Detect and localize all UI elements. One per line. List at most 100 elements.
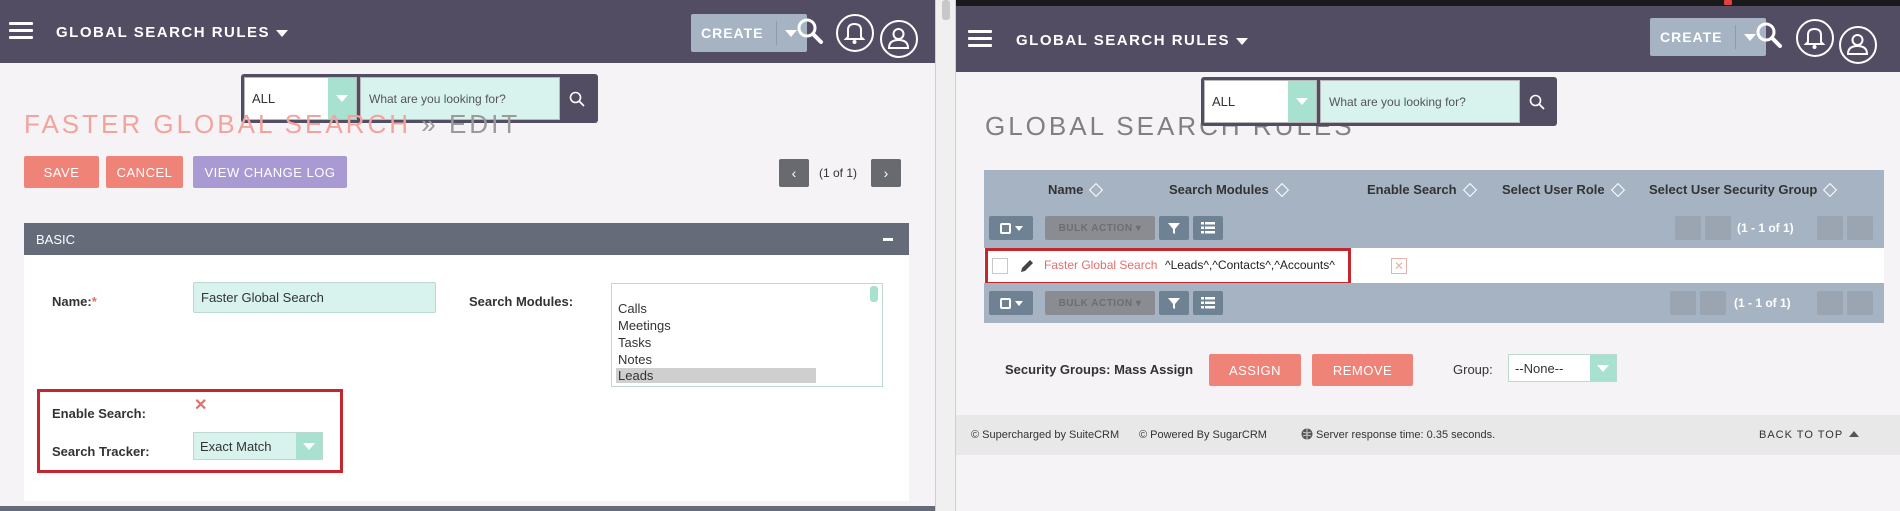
checkbox-icon xyxy=(999,297,1011,309)
record-title: FASTER GLOBAL SEARCH xyxy=(24,109,412,139)
column-chooser-button[interactable] xyxy=(1193,291,1223,315)
create-button[interactable]: CREATE xyxy=(691,14,807,52)
column-chooser-button[interactable] xyxy=(1193,216,1223,240)
cancel-button[interactable]: CANCEL xyxy=(106,156,183,188)
next-page-button[interactable] xyxy=(1817,216,1843,240)
list-icon xyxy=(1201,222,1215,234)
search-input[interactable]: What are you looking for? xyxy=(1320,80,1520,123)
bulk-action-button[interactable]: BULK ACTION ▾ xyxy=(1045,291,1155,315)
column-security-group[interactable]: Select User Security Group xyxy=(1649,182,1838,198)
bulk-action-label: BULK ACTION xyxy=(1058,297,1133,309)
user-icon xyxy=(887,28,910,49)
search-submit-button[interactable] xyxy=(560,77,594,120)
module-title: GLOBAL SEARCH RULES xyxy=(56,24,271,41)
chevron-down-icon xyxy=(1288,81,1316,122)
page-title: FASTER GLOBAL SEARCH » EDIT xyxy=(24,109,520,140)
view-change-log-button[interactable]: VIEW CHANGE LOG xyxy=(193,156,347,188)
pager-text: (1 - 1 of 1) xyxy=(1734,296,1791,310)
powered-link[interactable]: © Powered By SugarCRM xyxy=(1139,429,1267,441)
listbox-option[interactable]: Meetings xyxy=(618,318,671,333)
panel-header[interactable]: BASIC xyxy=(24,223,909,255)
listbox-option[interactable]: Notes xyxy=(618,352,652,367)
module-title: GLOBAL SEARCH RULES xyxy=(1016,32,1231,49)
bell-icon xyxy=(843,22,866,44)
save-button[interactable]: SAVE xyxy=(24,156,99,188)
listbox-option-selected[interactable]: Leads xyxy=(616,368,816,383)
column-search-modules[interactable]: Search Modules xyxy=(1169,182,1289,198)
bulk-action-label: BULK ACTION xyxy=(1058,222,1133,234)
listbox-scrollbar[interactable] xyxy=(870,286,878,302)
notifications-button[interactable] xyxy=(1796,19,1834,57)
group-select[interactable]: --None-- xyxy=(1508,354,1617,382)
module-menu[interactable]: GLOBAL SEARCH RULES xyxy=(56,24,289,41)
supercharged-link[interactable]: © Supercharged by SuiteCRM xyxy=(971,429,1119,441)
sort-icon[interactable] xyxy=(1610,182,1625,198)
search-modules-listbox[interactable]: Calls Meetings Tasks Notes Leads xyxy=(611,283,883,387)
sort-icon[interactable] xyxy=(1274,182,1289,198)
list-view-window: GLOBAL SEARCH RULES CREATE GLOBAL SEARCH… xyxy=(956,0,1900,511)
window-divider xyxy=(935,0,956,511)
remove-button[interactable]: REMOVE xyxy=(1312,354,1413,386)
pager-text: (1 - 1 of 1) xyxy=(1737,221,1794,235)
column-user-role[interactable]: Select User Role xyxy=(1502,182,1625,198)
create-label: CREATE xyxy=(1660,29,1723,45)
chevron-up-icon xyxy=(1849,431,1860,437)
chevron-left-icon: ‹ xyxy=(791,165,797,181)
back-to-top-link[interactable]: BACK TO TOP xyxy=(1759,429,1860,441)
search-scope-value: ALL xyxy=(252,91,276,106)
collapse-icon[interactable] xyxy=(883,238,893,241)
column-name[interactable]: Name xyxy=(1048,182,1104,198)
search-scope-value: ALL xyxy=(1212,94,1236,109)
pager-text: (1 of 1) xyxy=(819,166,858,180)
name-field[interactable]: Faster Global Search xyxy=(193,282,436,313)
filter-button[interactable] xyxy=(1159,216,1189,240)
global-search-bar: ALL What are you looking for? xyxy=(1201,77,1557,126)
previous-page-button[interactable] xyxy=(1700,291,1726,315)
sort-icon[interactable] xyxy=(1462,182,1477,198)
column-label: Select User Role xyxy=(1502,182,1605,197)
filter-icon xyxy=(1168,223,1180,234)
previous-page-button[interactable] xyxy=(1705,216,1731,240)
column-label: Name xyxy=(1048,182,1084,197)
create-button[interactable]: CREATE xyxy=(1650,18,1766,56)
chevron-down-icon xyxy=(1236,37,1249,45)
hamburger-icon[interactable] xyxy=(968,30,992,48)
search-icon[interactable] xyxy=(796,17,824,45)
top-navbar: GLOBAL SEARCH RULES CREATE xyxy=(956,6,1900,72)
search-icon[interactable] xyxy=(1755,21,1783,49)
listbox-option[interactable]: Tasks xyxy=(618,335,651,350)
next-record-button[interactable]: › xyxy=(871,159,901,187)
panel-footer-strip xyxy=(0,506,935,511)
assign-button[interactable]: ASSIGN xyxy=(1209,354,1301,386)
top-navbar: GLOBAL SEARCH RULES CREATE xyxy=(0,0,935,63)
search-submit-button[interactable] xyxy=(1520,80,1554,123)
row-enable-search-checkbox: ✕ xyxy=(1391,258,1407,274)
filter-button[interactable] xyxy=(1159,291,1189,315)
search-modules-label: Search Modules: xyxy=(469,294,574,309)
hamburger-icon[interactable] xyxy=(9,22,33,40)
user-profile-button[interactable] xyxy=(1839,26,1877,64)
column-enable-search[interactable]: Enable Search xyxy=(1367,182,1477,198)
select-all-dropdown[interactable] xyxy=(989,291,1033,315)
last-page-button[interactable] xyxy=(1847,216,1873,240)
next-page-button[interactable] xyxy=(1817,291,1843,315)
chevron-down-icon xyxy=(1590,355,1616,381)
select-all-dropdown[interactable] xyxy=(989,216,1033,240)
notifications-button[interactable] xyxy=(836,14,874,52)
bulk-action-button[interactable]: BULK ACTION ▾ xyxy=(1045,216,1155,240)
listbox-option[interactable]: Calls xyxy=(618,301,647,316)
sort-icon[interactable] xyxy=(1089,182,1104,198)
chevron-down-icon xyxy=(1743,33,1756,41)
previous-record-button[interactable]: ‹ xyxy=(779,159,809,187)
sort-icon[interactable] xyxy=(1823,182,1838,198)
user-profile-button[interactable] xyxy=(880,20,918,58)
checkbox-icon xyxy=(999,222,1011,234)
user-icon xyxy=(1846,34,1869,55)
module-menu[interactable]: GLOBAL SEARCH RULES xyxy=(1016,32,1249,49)
first-page-button[interactable] xyxy=(1675,216,1701,240)
search-scope-select[interactable]: ALL xyxy=(1204,80,1317,123)
first-page-button[interactable] xyxy=(1670,291,1696,315)
last-page-button[interactable] xyxy=(1847,291,1873,315)
scrollbar-thumb[interactable] xyxy=(942,0,950,20)
column-label: Enable Search xyxy=(1367,182,1457,197)
